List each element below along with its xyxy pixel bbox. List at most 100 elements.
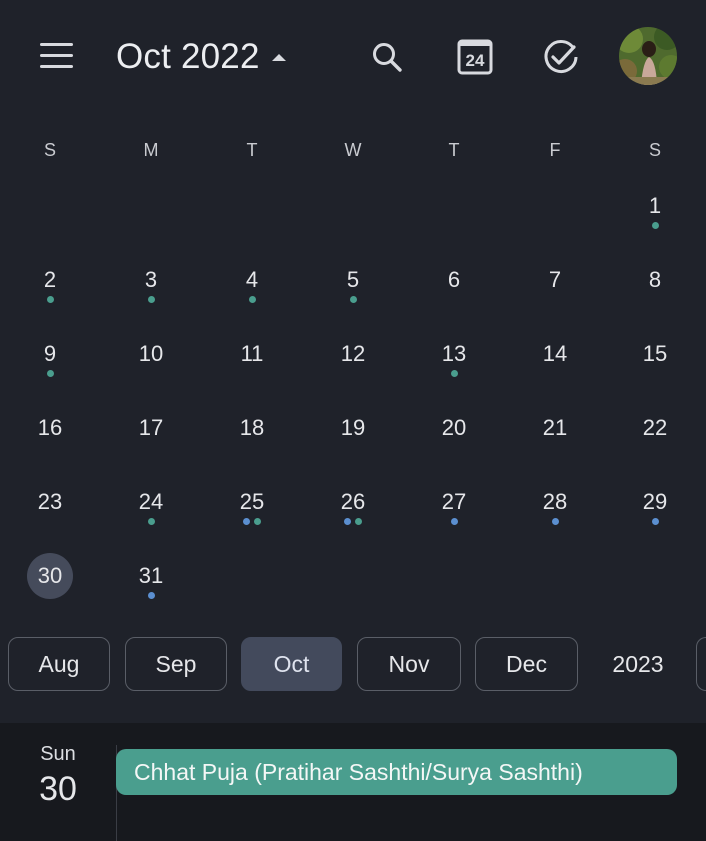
month-chip-oct[interactable]: Oct [241, 637, 342, 691]
day-cell[interactable]: 13 [424, 330, 484, 390]
month-chip-2023[interactable]: 2023 [588, 637, 688, 691]
tasks-check-icon[interactable] [540, 36, 582, 78]
day-cell[interactable]: 6 [424, 256, 484, 316]
event-indicators [625, 518, 685, 525]
day-number: 20 [441, 415, 467, 440]
event-indicators [121, 296, 181, 303]
day-cell[interactable]: 30 [20, 552, 80, 612]
month-chip-dec[interactable]: Dec [475, 637, 578, 691]
event-indicators [525, 518, 585, 525]
event-dot-green [355, 518, 362, 525]
day-number: 10 [138, 341, 164, 366]
calendar-today-icon: 24 [457, 39, 493, 75]
day-cell[interactable]: 23 [20, 478, 80, 538]
event-indicators [323, 518, 383, 525]
day-number: 16 [37, 415, 63, 440]
event-indicators [222, 296, 282, 303]
day-cell[interactable]: 10 [121, 330, 181, 390]
day-cell[interactable]: 3 [121, 256, 181, 316]
month-chip-sep[interactable]: Sep [125, 637, 227, 691]
event-dot-green [147, 296, 155, 303]
day-cell[interactable]: 15 [625, 330, 685, 390]
day-cell[interactable]: 27 [424, 478, 484, 538]
weekday-label: S [648, 140, 661, 160]
day-cell[interactable]: 26 [323, 478, 383, 538]
day-cell[interactable]: 9 [20, 330, 80, 390]
event-dot-green [651, 222, 659, 229]
weekday-label: M [143, 140, 159, 160]
day-cell[interactable]: 12 [323, 330, 383, 390]
day-number: 1 [648, 193, 662, 218]
day-number: 5 [346, 267, 360, 292]
event-dot-blue [147, 592, 155, 599]
month-chip-overflow[interactable] [696, 637, 706, 691]
day-cell[interactable]: 4 [222, 256, 282, 316]
day-cell[interactable]: 20 [424, 404, 484, 464]
day-cell[interactable]: 24 [121, 478, 181, 538]
day-number: 8 [648, 267, 662, 292]
day-number: 11 [240, 341, 264, 366]
month-chip-aug[interactable]: Aug [8, 637, 110, 691]
day-cell[interactable]: 28 [525, 478, 585, 538]
event-dot-green [46, 296, 54, 303]
day-number: 18 [239, 415, 265, 440]
day-number: 12 [340, 341, 366, 366]
weekday-label: T [246, 140, 258, 160]
day-number: 21 [542, 415, 568, 440]
event-indicators [323, 296, 383, 303]
day-number: 26 [340, 489, 366, 514]
weekday-header: SMTWTFS [0, 136, 706, 164]
day-cell[interactable]: 17 [121, 404, 181, 464]
weekday-label: F [549, 140, 561, 160]
day-cell[interactable]: 21 [525, 404, 585, 464]
day-cell[interactable]: 29 [625, 478, 685, 538]
day-cell[interactable]: 1 [625, 182, 685, 242]
day-cell[interactable]: 11 [222, 330, 282, 390]
day-cell[interactable]: 31 [121, 552, 181, 612]
day-cell[interactable]: 25 [222, 478, 282, 538]
month-picker-toggle[interactable]: Oct 2022 [116, 36, 286, 78]
day-cell[interactable]: 16 [20, 404, 80, 464]
weekday-label: S [43, 140, 56, 160]
search-icon[interactable] [366, 36, 408, 78]
day-number: 19 [340, 415, 366, 440]
day-cell[interactable]: 14 [525, 330, 585, 390]
day-number: 4 [245, 267, 259, 292]
day-cell[interactable]: 22 [625, 404, 685, 464]
avatar[interactable] [619, 27, 677, 85]
event-indicators [20, 296, 80, 303]
day-number: 3 [144, 267, 158, 292]
day-cell[interactable]: 8 [625, 256, 685, 316]
event-dot-green [46, 370, 54, 377]
event-indicators [121, 518, 181, 525]
event-dot-blue [551, 518, 559, 525]
event-dot-green [254, 518, 261, 525]
event-indicators [625, 222, 685, 229]
day-cell[interactable]: 5 [323, 256, 383, 316]
day-number: 13 [441, 341, 467, 366]
day-number: 31 [138, 563, 164, 588]
day-number: 7 [548, 267, 562, 292]
event-dot-green [450, 370, 458, 377]
day-cell[interactable]: 19 [323, 404, 383, 464]
day-number: 9 [43, 341, 57, 366]
weekday-label: T [448, 140, 460, 160]
day-cell[interactable]: 7 [525, 256, 585, 316]
page-title: Oct 2022 [116, 37, 260, 76]
event-dot-blue [344, 518, 351, 525]
day-cell[interactable]: 18 [222, 404, 282, 464]
event-dot-blue [651, 518, 659, 525]
menu-icon[interactable] [38, 40, 76, 72]
agenda-date-column[interactable]: Sun 30 [0, 743, 116, 809]
today-button[interactable]: 24 [454, 36, 496, 78]
day-number: 15 [642, 341, 668, 366]
day-number: 28 [542, 489, 568, 514]
event-dot-blue [243, 518, 250, 525]
event-chip[interactable]: Chhat Puja (Pratihar Sashthi/Surya Sasht… [116, 749, 677, 795]
caret-up-icon [271, 53, 286, 61]
day-cell[interactable]: 2 [20, 256, 80, 316]
month-chip-nov[interactable]: Nov [357, 637, 461, 691]
day-number: 17 [138, 415, 164, 440]
day-number: 30 [37, 563, 63, 588]
day-number: 6 [447, 267, 461, 292]
